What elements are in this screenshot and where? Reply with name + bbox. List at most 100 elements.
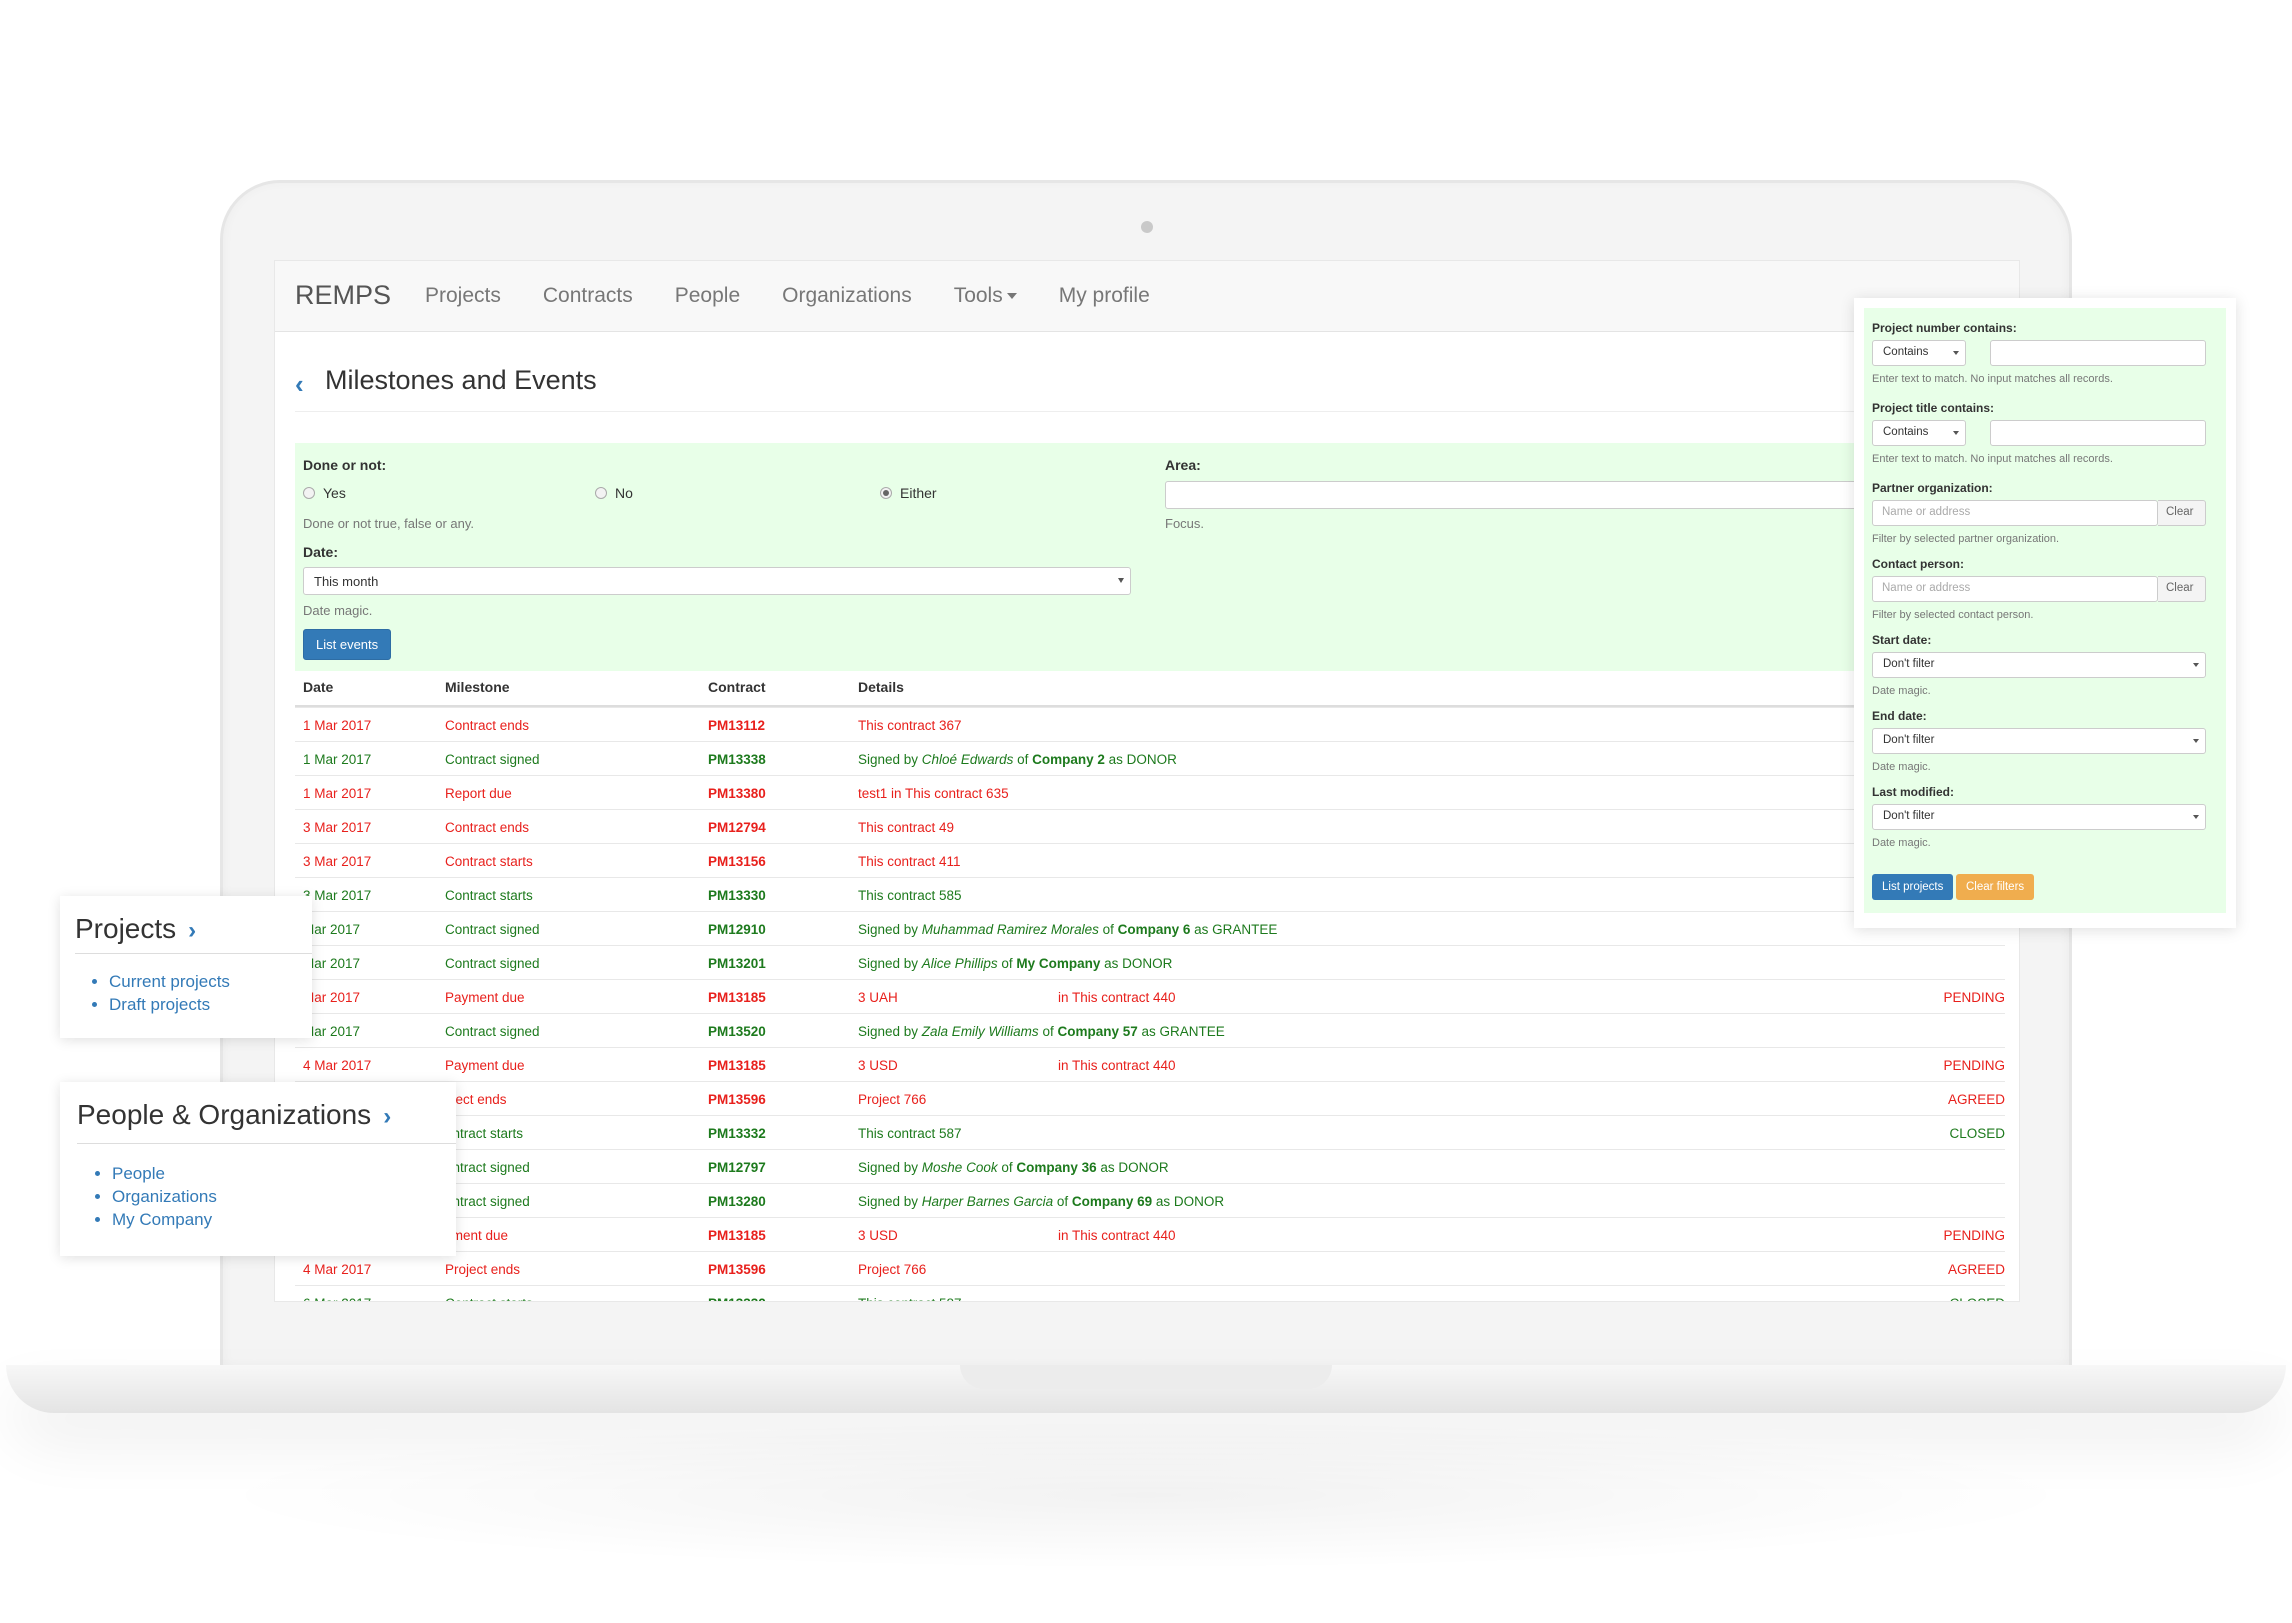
row-milestone: Report due [445,786,512,801]
table-row[interactable]: 6 Mar 2017 Contract starts PM13332 This con… [295,1285,2005,1301]
col-contract[interactable]: Contract [708,679,766,695]
row-status: PENDING [1943,990,2005,1005]
contact-input[interactable]: Name or address [1872,576,2158,602]
row-contract-link[interactable]: PM12797 [708,1160,766,1175]
row-status: CLOSED [1949,1126,2005,1141]
row-contract-link[interactable]: PM13201 [708,956,766,971]
table-row[interactable]: 3 Mar 2017 Contract ends PM12794 This contr… [295,809,2005,843]
table-row[interactable]: ontract signed PM13280 Signed by Harper Ba… [295,1183,2005,1217]
projects-card-title[interactable]: Projects › [75,913,196,945]
row-contract-link[interactable]: PM13380 [708,786,766,801]
row-contract-link[interactable]: PM13596 [708,1092,766,1107]
row-contract-link[interactable]: PM13520 [708,1024,766,1039]
nav-tools-dropdown[interactable]: Tools [954,284,1017,308]
list-projects-button[interactable]: List projects [1872,874,1954,900]
last-modified-label: Last modified: [1872,785,1955,799]
radio-no[interactable]: No [595,485,633,501]
row-contract-link[interactable]: PM13156 [708,854,766,869]
table-row[interactable]: Mar 2017 Payment due PM13185 3 UAH in This c… [295,979,2005,1013]
row-details: This contract 49 [858,820,955,835]
dropdown-arrow-icon [2193,815,2199,819]
row-details-extra: in This contract 440 [1058,1058,1176,1073]
row-milestone: Payment due [445,1058,525,1073]
col-milestone[interactable]: Milestone [445,679,510,695]
last-modified-select[interactable]: Don't filter [1872,804,2206,830]
row-contract-link[interactable]: PM12910 [708,922,766,937]
table-row[interactable]: yment due PM13185 3 USD in This contract 44… [295,1217,2005,1251]
title-input[interactable] [1990,420,2206,446]
number-input[interactable] [1990,340,2206,366]
table-row[interactable]: ontract starts PM13332 This contract 587 CL… [295,1115,2005,1149]
col-details[interactable]: Details [858,679,904,695]
row-details: This contract 585 [858,888,962,903]
start-date-select[interactable]: Don't filter [1872,652,2206,678]
row-contract-link[interactable]: PM13185 [708,990,766,1005]
link-current-projects[interactable]: Current projects [109,970,230,993]
table-row[interactable]: 1 Mar 2017 Contract signed PM13338 Signed b… [295,741,2005,775]
chevron-left-icon[interactable]: ‹ [295,369,304,400]
brand-logo[interactable]: REMPS [295,280,391,311]
row-contract-link[interactable]: PM13185 [708,1058,766,1073]
table-row[interactable]: ontract signed PM12797 Signed by Moshe Coo… [295,1149,2005,1183]
nav-people[interactable]: People [675,284,740,308]
link-organizations[interactable]: Organizations [112,1185,217,1208]
events-filter-panel: Done or not: Yes No Either Done or not t… [295,443,2019,671]
col-date[interactable]: Date [303,679,333,695]
people-card-title[interactable]: People & Organizations › [77,1099,391,1131]
row-contract-link[interactable]: PM13112 [708,718,765,733]
signed-person: Harper Barnes Garcia [921,1194,1054,1209]
row-contract-link[interactable]: PM13338 [708,752,766,767]
table-row[interactable]: 1 Mar 2017 Contract ends PM13112 This contr… [295,707,2005,741]
row-contract-link[interactable]: PM13185 [708,1228,766,1243]
row-contract-link[interactable]: PM13280 [708,1194,766,1209]
signed-company: Company 2 [1032,752,1105,767]
radio-dot-selected-icon [880,487,892,499]
row-contract-link[interactable]: PM13330 [708,888,766,903]
row-details: Signed by Chloé Edwards of Company 2 as … [858,752,1177,767]
number-help: Enter text to match. No input matches al… [1872,373,2113,385]
signed-person: Zala Emily Williams [921,1024,1039,1039]
row-details: Signed by Alice Phillips of My Company a… [858,956,1173,971]
row-contract-link[interactable]: PM13332 [708,1126,766,1141]
date-select[interactable]: This month [303,567,1131,595]
contact-clear-button[interactable]: Clear [2158,576,2206,602]
list-events-button[interactable]: List events [303,629,392,660]
date-select-value: This month [314,574,379,589]
radio-yes[interactable]: Yes [303,485,346,501]
table-row[interactable]: 4 Mar 2017 Payment due PM13185 3 USD in This… [295,1047,2005,1081]
clear-filters-button[interactable]: Clear filters [1956,874,2035,900]
table-row[interactable]: 4 Mar 2017 Project ends PM13596 Project 766… [295,1251,2005,1285]
navbar: REMPS Projects Contracts People Organiza… [275,261,2019,332]
nav-organizations[interactable]: Organizations [782,284,912,308]
nav-contracts[interactable]: Contracts [543,284,633,308]
table-row[interactable]: 3 Mar 2017 Contract starts PM13156 This con… [295,843,2005,877]
number-mode-select[interactable]: Contains [1872,340,1966,366]
row-contract-link[interactable]: PM13596 [708,1262,766,1277]
row-details: This contract 587 [858,1126,962,1141]
row-details: test1 in This contract 635 [858,786,1009,801]
end-date-select[interactable]: Don't filter [1872,728,2206,754]
partner-input[interactable]: Name or address [1872,500,2158,526]
table-row[interactable]: Mar 2017 Contract signed PM13520 Signed by … [295,1013,2005,1047]
row-contract-link[interactable]: PM12794 [708,820,766,835]
radio-dot-icon [303,487,315,499]
card-divider [77,1143,456,1144]
chevron-right-icon: › [383,1103,392,1130]
date-help: Date magic. [303,603,373,618]
link-people[interactable]: People [112,1162,217,1185]
radio-either[interactable]: Either [880,485,937,501]
row-contract-link[interactable]: PM13332 [708,1296,766,1301]
table-row[interactable]: 1 Mar 2017 Report due PM13380 test1 in This… [295,775,2005,809]
table-row[interactable]: oject ends PM13596 Project 766 AGREED [295,1081,2005,1115]
table-row[interactable]: 3 Mar 2017 Contract starts PM13330 This con… [295,877,2005,911]
nav-projects[interactable]: Projects [425,284,501,308]
nav-my-profile[interactable]: My profile [1059,284,1150,308]
title-mode-select[interactable]: Contains [1872,420,1966,446]
row-milestone: Contract signed [445,956,540,971]
link-draft-projects[interactable]: Draft projects [109,993,230,1016]
table-row[interactable]: Mar 2017 Contract signed PM13201 Signed by … [295,945,2005,979]
partner-clear-button[interactable]: Clear [2158,500,2206,526]
projects-links: Current projects Draft projects [87,970,230,1016]
table-row[interactable]: Mar 2017 Contract signed PM12910 Signed by … [295,911,2005,945]
link-my-company[interactable]: My Company [112,1208,217,1231]
